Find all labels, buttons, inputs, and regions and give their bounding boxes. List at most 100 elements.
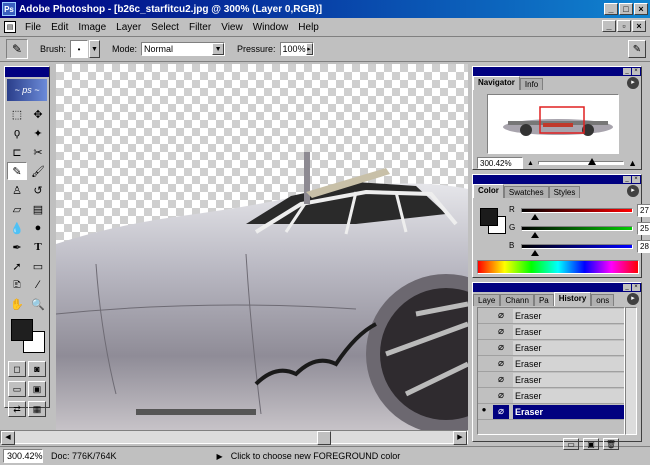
blue-track[interactable]	[521, 244, 633, 249]
rectangle-icon[interactable]: ▭	[28, 257, 48, 275]
eyedropper-icon[interactable]: ⁄	[28, 276, 48, 294]
palette-minimize-icon[interactable]: _	[623, 68, 631, 75]
new-snapshot-icon[interactable]: ▣	[583, 438, 599, 450]
palette-menu-icon[interactable]: ▸	[627, 185, 639, 197]
history-item[interactable]: ⌀ Eraser	[478, 388, 624, 404]
marquee-icon[interactable]: ⬚	[7, 105, 27, 123]
foreground-color-swatch[interactable]	[11, 319, 33, 341]
history-snapshot-box[interactable]	[478, 309, 490, 323]
scroll-left-icon[interactable]: ◀	[1, 431, 15, 445]
doc-minimize-icon[interactable]: _	[602, 20, 616, 32]
menu-edit[interactable]: Edit	[46, 22, 73, 33]
brush-preview[interactable]: •	[70, 40, 89, 58]
status-doc-size[interactable]: Doc: 776K/764K	[51, 451, 117, 461]
status-menu-icon[interactable]: ▶	[217, 452, 223, 461]
paintbrush-icon[interactable]: 🖌	[28, 162, 48, 180]
zoom-slider-knob[interactable]	[587, 158, 596, 165]
menu-layer[interactable]: Layer	[111, 22, 146, 33]
tab-actions[interactable]: ons	[591, 294, 615, 306]
brush-dropdown-icon[interactable]: ▼	[89, 40, 101, 58]
move-icon[interactable]: ✥	[28, 105, 48, 123]
dodge-icon[interactable]: ●	[28, 219, 48, 237]
green-slider-knob[interactable]	[531, 232, 539, 238]
navigator-thumbnail[interactable]	[487, 94, 619, 154]
history-brush-icon[interactable]: ↺	[28, 181, 48, 199]
palette-minimize-icon[interactable]: _	[623, 176, 631, 183]
close-icon[interactable]: ×	[634, 3, 648, 15]
menu-image[interactable]: Image	[73, 22, 111, 33]
maximize-icon[interactable]: □	[619, 3, 633, 15]
menu-select[interactable]: Select	[146, 22, 184, 33]
scroll-thumb[interactable]	[317, 431, 331, 445]
gradient-icon[interactable]: ▤	[28, 200, 48, 218]
tab-swatches[interactable]: Swatches	[503, 186, 549, 198]
mode-select[interactable]: Normal ▼	[141, 42, 226, 56]
tab-channels[interactable]: Chann	[500, 294, 534, 306]
doc-restore-icon[interactable]: ▫	[617, 20, 631, 32]
document-icon[interactable]: ▤	[4, 21, 16, 33]
palette-close-icon[interactable]: ×	[632, 284, 640, 291]
zoom-out-icon[interactable]: ▲	[527, 160, 534, 167]
blue-slider[interactable]: B 28	[509, 240, 650, 258]
palette-minimize-icon[interactable]: _	[623, 284, 631, 291]
navigator-zoom-field[interactable]: 300.42%	[477, 157, 523, 169]
zoom-slider[interactable]	[537, 158, 625, 165]
minimize-icon[interactable]: _	[604, 3, 618, 15]
photoshop-app-icon[interactable]: Ps	[2, 2, 16, 16]
history-item[interactable]: ⌀ Eraser	[478, 324, 624, 340]
history-snapshot-box[interactable]	[478, 325, 490, 339]
green-track[interactable]	[521, 226, 633, 231]
zoom-icon[interactable]: 🔍	[28, 295, 48, 313]
tab-navigator[interactable]: Navigator	[473, 76, 520, 90]
notes-icon[interactable]: 🗈	[7, 276, 27, 294]
palette-close-icon[interactable]: ×	[632, 176, 640, 183]
red-slider[interactable]: R 27	[509, 204, 650, 222]
scroll-right-icon[interactable]: ▶	[453, 431, 467, 445]
crop-icon[interactable]: ⊏	[7, 143, 27, 161]
tab-styles[interactable]: Styles	[548, 186, 581, 198]
trash-icon[interactable]: 🗑	[603, 438, 619, 450]
history-item[interactable]: ⌀ Eraser	[478, 372, 624, 388]
tab-history[interactable]: History	[553, 292, 592, 306]
pressure-field[interactable]: 100% ▸	[279, 42, 314, 56]
document-canvas[interactable]	[56, 64, 468, 430]
red-track[interactable]	[521, 208, 633, 213]
type-icon[interactable]: T	[28, 238, 48, 256]
menu-filter[interactable]: Filter	[184, 22, 216, 33]
zoom-in-icon[interactable]: ▲	[628, 158, 637, 168]
green-value[interactable]: 25	[637, 222, 650, 235]
palette-menu-icon[interactable]: ▸	[627, 77, 639, 89]
path-select-icon[interactable]: ➚	[7, 257, 27, 275]
history-item[interactable]: ⌀ Eraser	[478, 308, 624, 324]
new-document-from-state-icon[interactable]: ▭	[563, 438, 579, 450]
history-titlebar[interactable]: _ ×	[473, 283, 641, 292]
hand-icon[interactable]: ✋	[7, 295, 27, 313]
palette-well-icon[interactable]: ✎	[628, 40, 646, 58]
tab-layers[interactable]: Laye	[473, 294, 501, 306]
history-snapshot-box[interactable]	[478, 373, 490, 387]
tab-paths[interactable]: Pa	[533, 294, 554, 306]
red-value[interactable]: 27	[637, 204, 650, 217]
palette-close-icon[interactable]: ×	[632, 68, 640, 75]
history-item[interactable]: ⌀ Eraser	[478, 356, 624, 372]
rubber-stamp-icon[interactable]: ♙	[7, 181, 27, 199]
imageready-icon[interactable]: ▦	[28, 401, 46, 417]
green-slider[interactable]: G 25	[509, 222, 650, 240]
standard-mode-icon[interactable]: ◻	[8, 361, 26, 377]
color-foreground-swatch[interactable]	[480, 208, 498, 226]
airbrush-icon[interactable]: ✎	[7, 162, 27, 180]
tab-color[interactable]: Color	[473, 184, 504, 198]
menu-file[interactable]: File	[20, 22, 46, 33]
history-item[interactable]: ⌀ Eraser	[478, 340, 624, 356]
doc-close-icon[interactable]: ×	[632, 20, 646, 32]
blue-slider-knob[interactable]	[531, 250, 539, 256]
lasso-icon[interactable]: ϙ	[7, 124, 27, 142]
history-scrollbar[interactable]	[625, 307, 637, 435]
full-screen-icon[interactable]: ▣	[28, 381, 46, 397]
magic-wand-icon[interactable]: ✦	[28, 124, 48, 142]
history-snapshot-box[interactable]	[478, 389, 490, 403]
adobe-logo-icon[interactable]: ~ ps ~	[7, 79, 47, 101]
menu-help[interactable]: Help	[293, 22, 324, 33]
palette-menu-icon[interactable]: ▸	[627, 293, 639, 305]
blur-icon[interactable]: 💧	[7, 219, 27, 237]
